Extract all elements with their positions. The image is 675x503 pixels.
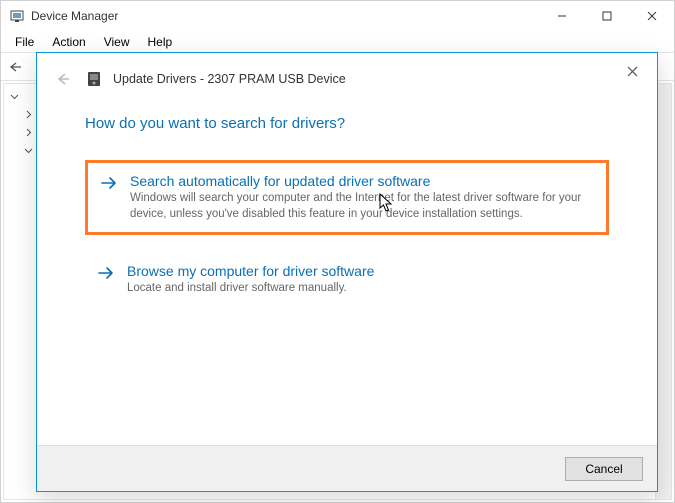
menu-view[interactable]: View xyxy=(96,33,138,51)
dialog-back-button[interactable] xyxy=(51,67,75,91)
arrow-right-icon xyxy=(97,266,115,285)
minimize-button[interactable] xyxy=(539,1,584,31)
dialog-header: Update Drivers - 2307 PRAM USB Device xyxy=(37,53,657,95)
window-title: Device Manager xyxy=(31,9,118,23)
drive-icon xyxy=(85,70,103,88)
back-button[interactable] xyxy=(5,56,27,78)
cancel-button[interactable]: Cancel xyxy=(565,457,643,481)
dialog-title: Update Drivers - 2307 PRAM USB Device xyxy=(113,72,346,86)
close-button[interactable] xyxy=(629,1,674,31)
dialog-close-button[interactable] xyxy=(617,59,647,83)
menubar: File Action View Help xyxy=(1,31,674,53)
option-title: Search automatically for updated driver … xyxy=(130,173,590,189)
arrow-right-icon xyxy=(100,176,118,195)
titlebar: Device Manager xyxy=(1,1,674,31)
option-browse-computer[interactable]: Browse my computer for driver software L… xyxy=(85,253,609,307)
option-description: Locate and install driver software manua… xyxy=(127,281,593,297)
dialog-footer: Cancel xyxy=(37,445,657,491)
option-description: Windows will search your computer and th… xyxy=(130,191,590,222)
window-controls xyxy=(539,1,674,31)
option-search-automatically[interactable]: Search automatically for updated driver … xyxy=(85,160,609,235)
expand-icon xyxy=(24,108,34,118)
dialog-body: How do you want to search for drivers? S… xyxy=(37,95,657,307)
update-drivers-dialog: Update Drivers - 2307 PRAM USB Device Ho… xyxy=(36,52,658,492)
collapse-icon xyxy=(10,90,20,100)
menu-help[interactable]: Help xyxy=(140,33,181,51)
dialog-prompt: How do you want to search for drivers? xyxy=(85,115,609,132)
menu-action[interactable]: Action xyxy=(44,33,93,51)
collapse-icon xyxy=(24,144,34,154)
expand-icon xyxy=(24,126,34,136)
maximize-button[interactable] xyxy=(584,1,629,31)
app-icon xyxy=(9,8,25,24)
option-title: Browse my computer for driver software xyxy=(127,263,593,279)
menu-file[interactable]: File xyxy=(7,33,42,51)
